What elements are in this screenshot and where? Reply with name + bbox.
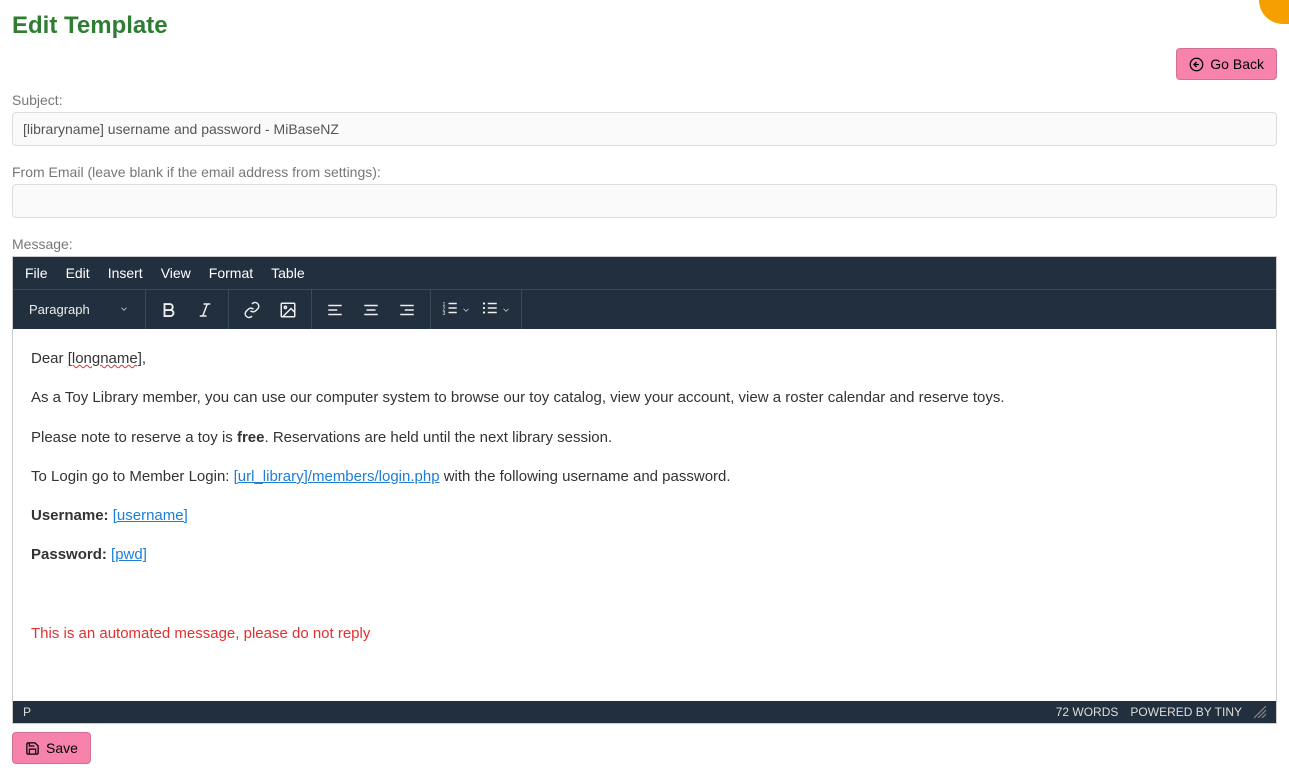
numbered-list-icon: 123	[441, 299, 459, 320]
save-label: Save	[46, 740, 78, 756]
menu-edit[interactable]: Edit	[66, 265, 90, 281]
image-icon	[279, 301, 297, 319]
resize-grip-icon[interactable]	[1254, 706, 1266, 718]
chevron-down-icon	[461, 302, 471, 318]
content-reserve: Please note to reserve a toy is free. Re…	[31, 426, 1258, 449]
word-count: 72 WORDS	[1056, 705, 1119, 719]
editor-statusbar: P 72 WORDS POWERED BY TINY	[13, 701, 1276, 723]
content-greeting: Dear [longname],	[31, 347, 1258, 370]
align-right-button[interactable]	[390, 293, 424, 327]
align-right-icon	[398, 301, 416, 319]
link-icon	[243, 301, 261, 319]
powered-by[interactable]: POWERED BY TINY	[1130, 705, 1242, 719]
image-button[interactable]	[271, 293, 305, 327]
menu-table[interactable]: Table	[271, 265, 304, 281]
menu-file[interactable]: File	[25, 265, 48, 281]
status-path[interactable]: P	[23, 705, 31, 719]
block-format-label: Paragraph	[29, 302, 90, 317]
editor-toolbar: Paragraph	[13, 289, 1276, 329]
subject-input[interactable]	[12, 112, 1277, 146]
arrow-left-circle-icon	[1189, 57, 1204, 72]
align-left-button[interactable]	[318, 293, 352, 327]
go-back-label: Go Back	[1210, 56, 1264, 72]
top-actions: Go Back	[12, 48, 1277, 80]
chevron-down-icon	[119, 302, 129, 317]
link-button[interactable]	[235, 293, 269, 327]
block-format-select[interactable]: Paragraph	[19, 302, 139, 317]
bullet-list-icon	[481, 299, 499, 320]
align-center-icon	[362, 301, 380, 319]
menu-insert[interactable]: Insert	[108, 265, 143, 281]
content-login: To Login go to Member Login: [url_librar…	[31, 465, 1258, 488]
bold-icon	[160, 301, 178, 319]
editor-content[interactable]: Dear [longname], As a Toy Library member…	[13, 329, 1276, 701]
message-label: Message:	[12, 236, 1277, 252]
subject-label: Subject:	[12, 92, 1277, 108]
menu-view[interactable]: View	[161, 265, 191, 281]
italic-icon	[196, 301, 214, 319]
rich-text-editor: File Edit Insert View Format Table Parag…	[12, 256, 1277, 724]
content-password: Password: [pwd]	[31, 543, 1258, 566]
login-link[interactable]: [url_library]/members/login.php	[234, 468, 440, 485]
from-email-label: From Email (leave blank if the email add…	[12, 164, 1277, 180]
numbered-list-button[interactable]: 123	[437, 299, 475, 320]
editor-menubar: File Edit Insert View Format Table	[13, 257, 1276, 289]
content-intro: As a Toy Library member, you can use our…	[31, 386, 1258, 409]
chevron-down-icon	[501, 302, 511, 318]
go-back-button[interactable]: Go Back	[1176, 48, 1277, 80]
svg-text:3: 3	[443, 311, 446, 317]
content-username: Username: [username]	[31, 504, 1258, 527]
page-title: Edit Template	[12, 12, 1277, 40]
align-left-icon	[326, 301, 344, 319]
align-center-button[interactable]	[354, 293, 388, 327]
menu-format[interactable]: Format	[209, 265, 253, 281]
save-button[interactable]: Save	[12, 732, 91, 764]
bold-button[interactable]	[152, 293, 186, 327]
save-icon	[25, 741, 40, 756]
bullet-list-button[interactable]	[477, 299, 515, 320]
from-email-input[interactable]	[12, 184, 1277, 218]
italic-button[interactable]	[188, 293, 222, 327]
content-footer: This is an automated message, please do …	[31, 622, 1258, 645]
